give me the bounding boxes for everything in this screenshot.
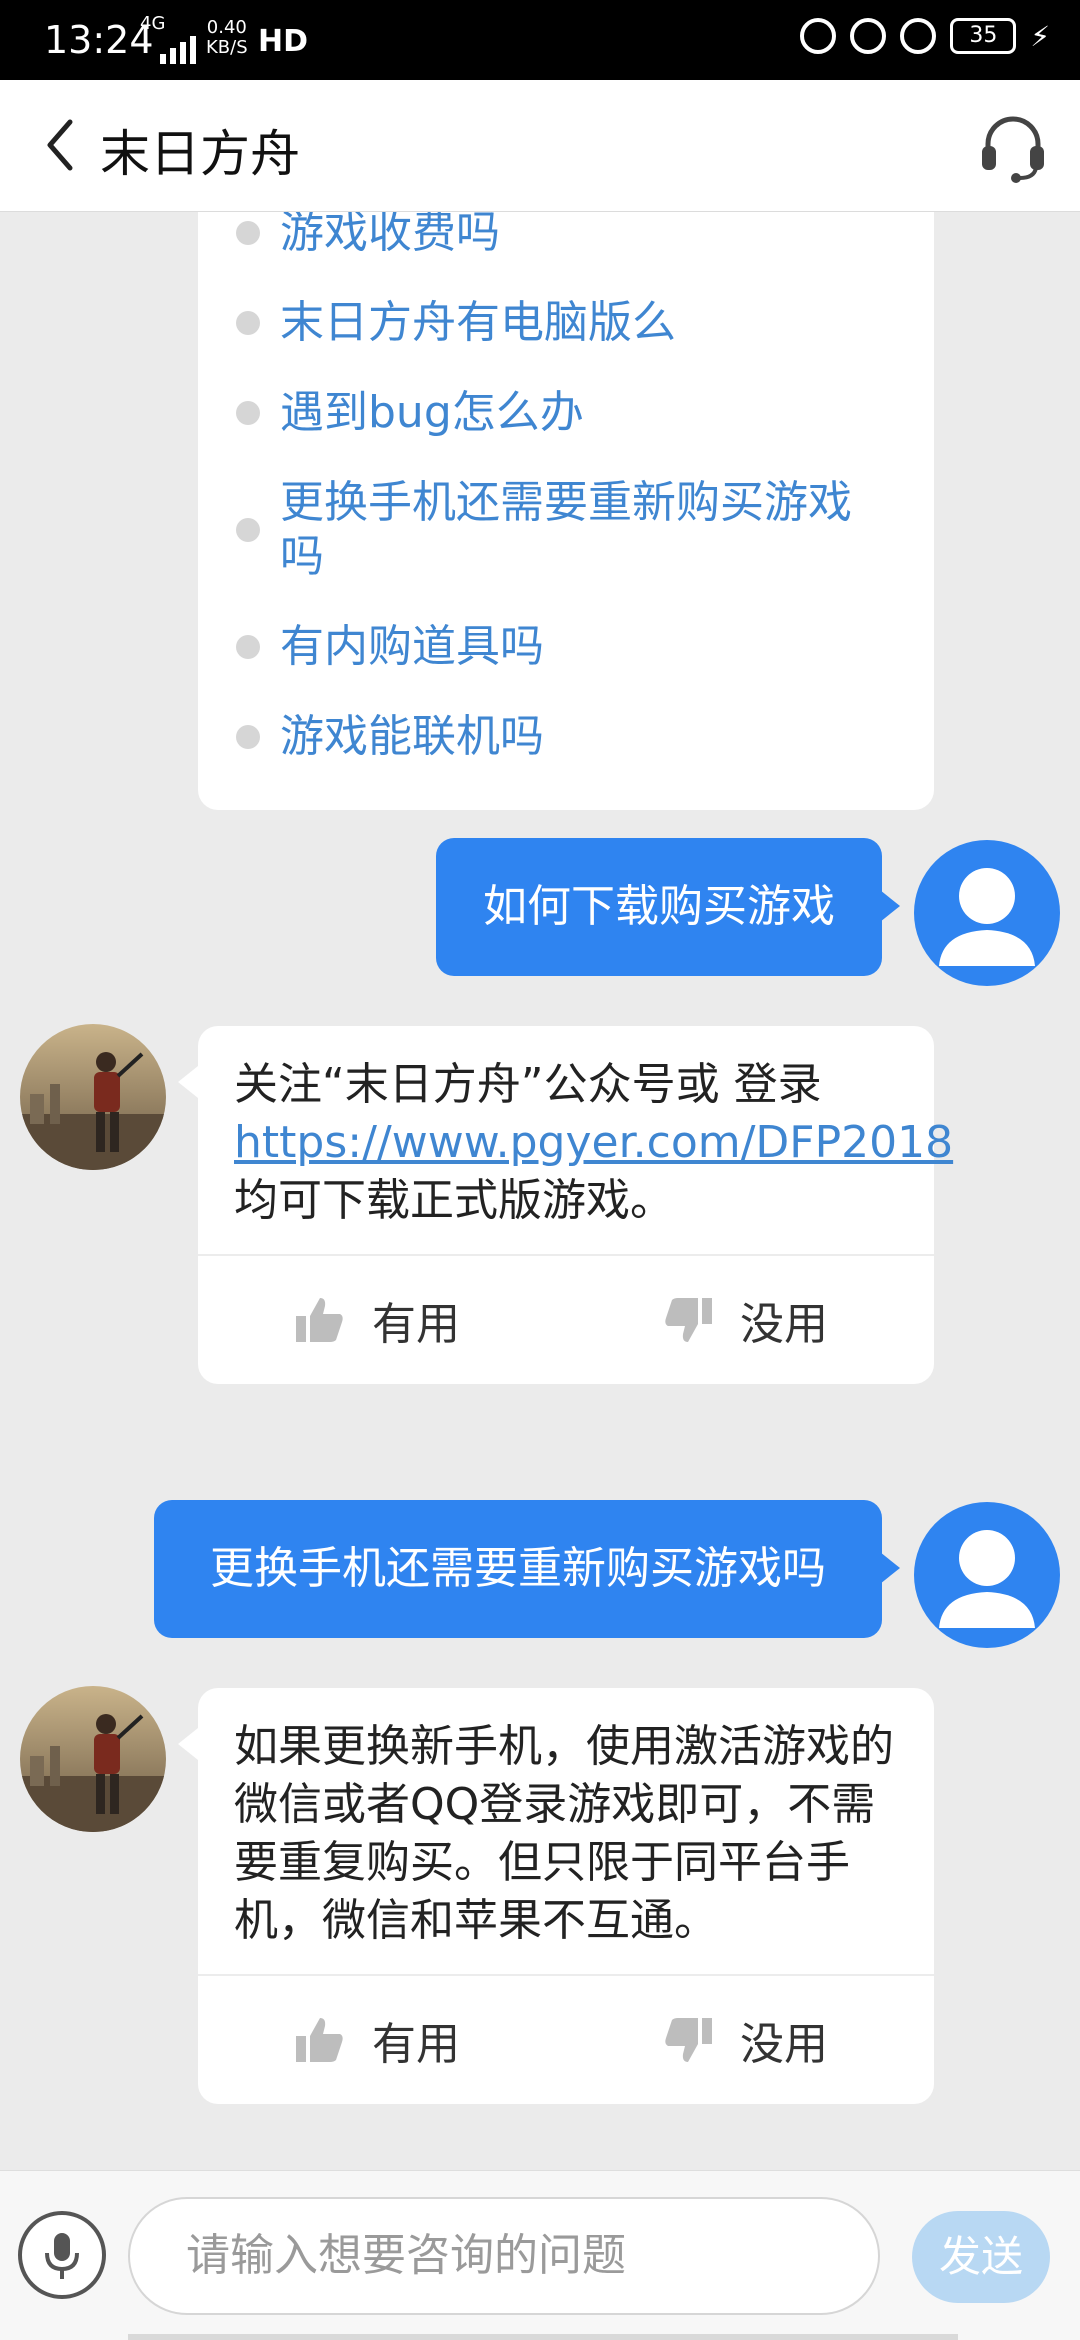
faq-bubble: 游戏收费吗 末日方舟有电脑版么 遇到bug怎么办 更换手机还需要重新购买游戏吗 … bbox=[198, 212, 934, 810]
nav-gesture-bar bbox=[128, 2334, 958, 2340]
faq-item-label: 遇到bug怎么办 bbox=[280, 387, 584, 438]
network-speed: 0.40 KB/S bbox=[206, 18, 248, 58]
useful-label: 有用 bbox=[372, 2019, 460, 2070]
bullet-icon bbox=[236, 518, 260, 542]
battery-level: 35 bbox=[969, 23, 998, 48]
status-icons: 35 ⚡ bbox=[800, 18, 1050, 54]
faq-item-label: 有内购道具吗 bbox=[280, 621, 544, 672]
lock-icon bbox=[850, 18, 887, 54]
user-avatar bbox=[914, 840, 1060, 986]
user-avatar bbox=[914, 1502, 1060, 1648]
bullet-icon bbox=[236, 221, 260, 245]
useful-button[interactable]: 有用 bbox=[294, 1256, 460, 1384]
status-bar: 13:24 4G 0.40 KB/S HD 35 ⚡ bbox=[0, 0, 1080, 80]
game-character-icon bbox=[20, 1686, 166, 1832]
bullet-icon bbox=[236, 311, 260, 335]
bubble-tail bbox=[880, 890, 900, 922]
useless-button[interactable]: 没用 bbox=[662, 1976, 828, 2104]
faq-item-label: 末日方舟有电脑版么 bbox=[280, 297, 676, 348]
useful-button[interactable]: 有用 bbox=[294, 1976, 460, 2104]
battery-icon: 35 bbox=[950, 18, 1017, 54]
thumbs-down-icon bbox=[665, 1298, 712, 1342]
useless-button[interactable]: 没用 bbox=[662, 1256, 828, 1384]
bubble-tail bbox=[880, 1552, 900, 1584]
signal-icon bbox=[160, 36, 196, 64]
faq-item-label: 游戏收费吗 bbox=[280, 212, 500, 258]
network-type: 4G bbox=[140, 13, 166, 34]
chevron-left-icon bbox=[47, 119, 73, 171]
bullet-icon bbox=[236, 725, 260, 749]
bubble-tail bbox=[178, 1066, 198, 1098]
chat-area[interactable]: 游戏收费吗 末日方舟有电脑版么 遇到bug怎么办 更换手机还需要重新购买游戏吗 … bbox=[0, 212, 1080, 2170]
bot-avatar bbox=[20, 1686, 166, 1832]
title-bar: 末日方舟 bbox=[0, 80, 1080, 212]
game-character-icon bbox=[20, 1024, 166, 1170]
useless-label: 没用 bbox=[740, 1299, 828, 1350]
faq-item[interactable]: 游戏收费吗 bbox=[198, 212, 934, 260]
speed-value: 0.40 bbox=[206, 17, 247, 38]
bullet-icon bbox=[236, 401, 260, 425]
send-button[interactable]: 发送 bbox=[912, 2211, 1050, 2303]
user-avatar-icon bbox=[939, 868, 1035, 966]
faq-list: 游戏收费吗 末日方舟有电脑版么 遇到bug怎么办 更换手机还需要重新购买游戏吗 … bbox=[198, 212, 934, 764]
input-placeholder: 请输入想要咨询的问题 bbox=[186, 2230, 626, 2281]
question-input[interactable]: 请输入想要咨询的问题 bbox=[128, 2197, 880, 2315]
back-button[interactable] bbox=[36, 110, 86, 180]
alarm-icon bbox=[900, 18, 937, 54]
customer-service-button[interactable] bbox=[976, 110, 1050, 184]
microphone-icon bbox=[45, 2233, 79, 2279]
bubble-tail bbox=[178, 1728, 198, 1760]
speed-unit: KB/S bbox=[206, 37, 248, 58]
bullet-icon bbox=[236, 635, 260, 659]
bot-message-text: 如果更换新手机，使用激活游戏的微信或者QQ登录游戏即可，不需要重复购买。但只限于… bbox=[234, 1721, 894, 1946]
download-link[interactable]: https://www.pgyer.com/DFP2018 bbox=[234, 1117, 953, 1168]
headset-icon bbox=[982, 116, 1044, 183]
useful-label: 有用 bbox=[372, 1299, 460, 1350]
message-text: 均可下载正式版游戏。 bbox=[234, 1175, 674, 1226]
page-title: 末日方舟 bbox=[100, 125, 300, 183]
feedback-bar: 有用 没用 bbox=[198, 1974, 934, 2104]
hd-icon: HD bbox=[258, 24, 309, 59]
faq-item[interactable]: 末日方舟有电脑版么 bbox=[198, 296, 934, 350]
thumbs-up-icon bbox=[296, 2018, 343, 2062]
bot-message-bubble: 如果更换新手机，使用激活游戏的微信或者QQ登录游戏即可，不需要重复购买。但只限于… bbox=[178, 1688, 934, 2104]
charging-icon: ⚡ bbox=[1030, 19, 1050, 53]
user-message-bubble: 如何下载购买游戏 bbox=[436, 838, 900, 976]
feedback-bar: 有用 没用 bbox=[198, 1254, 934, 1384]
bot-avatar bbox=[20, 1024, 166, 1170]
user-avatar-icon bbox=[939, 1530, 1035, 1628]
faq-item[interactable]: 游戏能联机吗 bbox=[198, 710, 934, 764]
user-message-text: 更换手机还需要重新购买游戏吗 bbox=[210, 1543, 826, 1594]
useless-label: 没用 bbox=[740, 2019, 828, 2070]
message-text: 关注“末日方舟”公众号或 登录 bbox=[234, 1059, 822, 1110]
faq-item[interactable]: 更换手机还需要重新购买游戏吗 bbox=[198, 476, 934, 584]
faq-item-label: 更换手机还需要重新购买游戏吗 bbox=[280, 477, 852, 582]
user-message-bubble: 更换手机还需要重新购买游戏吗 bbox=[154, 1500, 900, 1638]
input-bar: 请输入想要咨询的问题 发送 bbox=[0, 2170, 1080, 2340]
faq-item[interactable]: 遇到bug怎么办 bbox=[198, 386, 934, 440]
thumbs-down-icon bbox=[665, 2018, 712, 2062]
thumbs-up-icon bbox=[296, 1298, 343, 1342]
status-time: 13:24 bbox=[44, 18, 154, 62]
user-message-text: 如何下载购买游戏 bbox=[483, 881, 835, 932]
faq-item-label: 游戏能联机吗 bbox=[280, 711, 544, 762]
vpn-icon bbox=[800, 18, 837, 54]
bot-message-bubble: 关注“末日方舟”公众号或 登录 https://www.pgyer.com/DF… bbox=[178, 1026, 953, 1384]
bot-message-text: 关注“末日方舟”公众号或 登录 https://www.pgyer.com/DF… bbox=[198, 1026, 953, 1254]
faq-item[interactable]: 有内购道具吗 bbox=[198, 620, 934, 674]
voice-input-button[interactable] bbox=[18, 2211, 106, 2299]
